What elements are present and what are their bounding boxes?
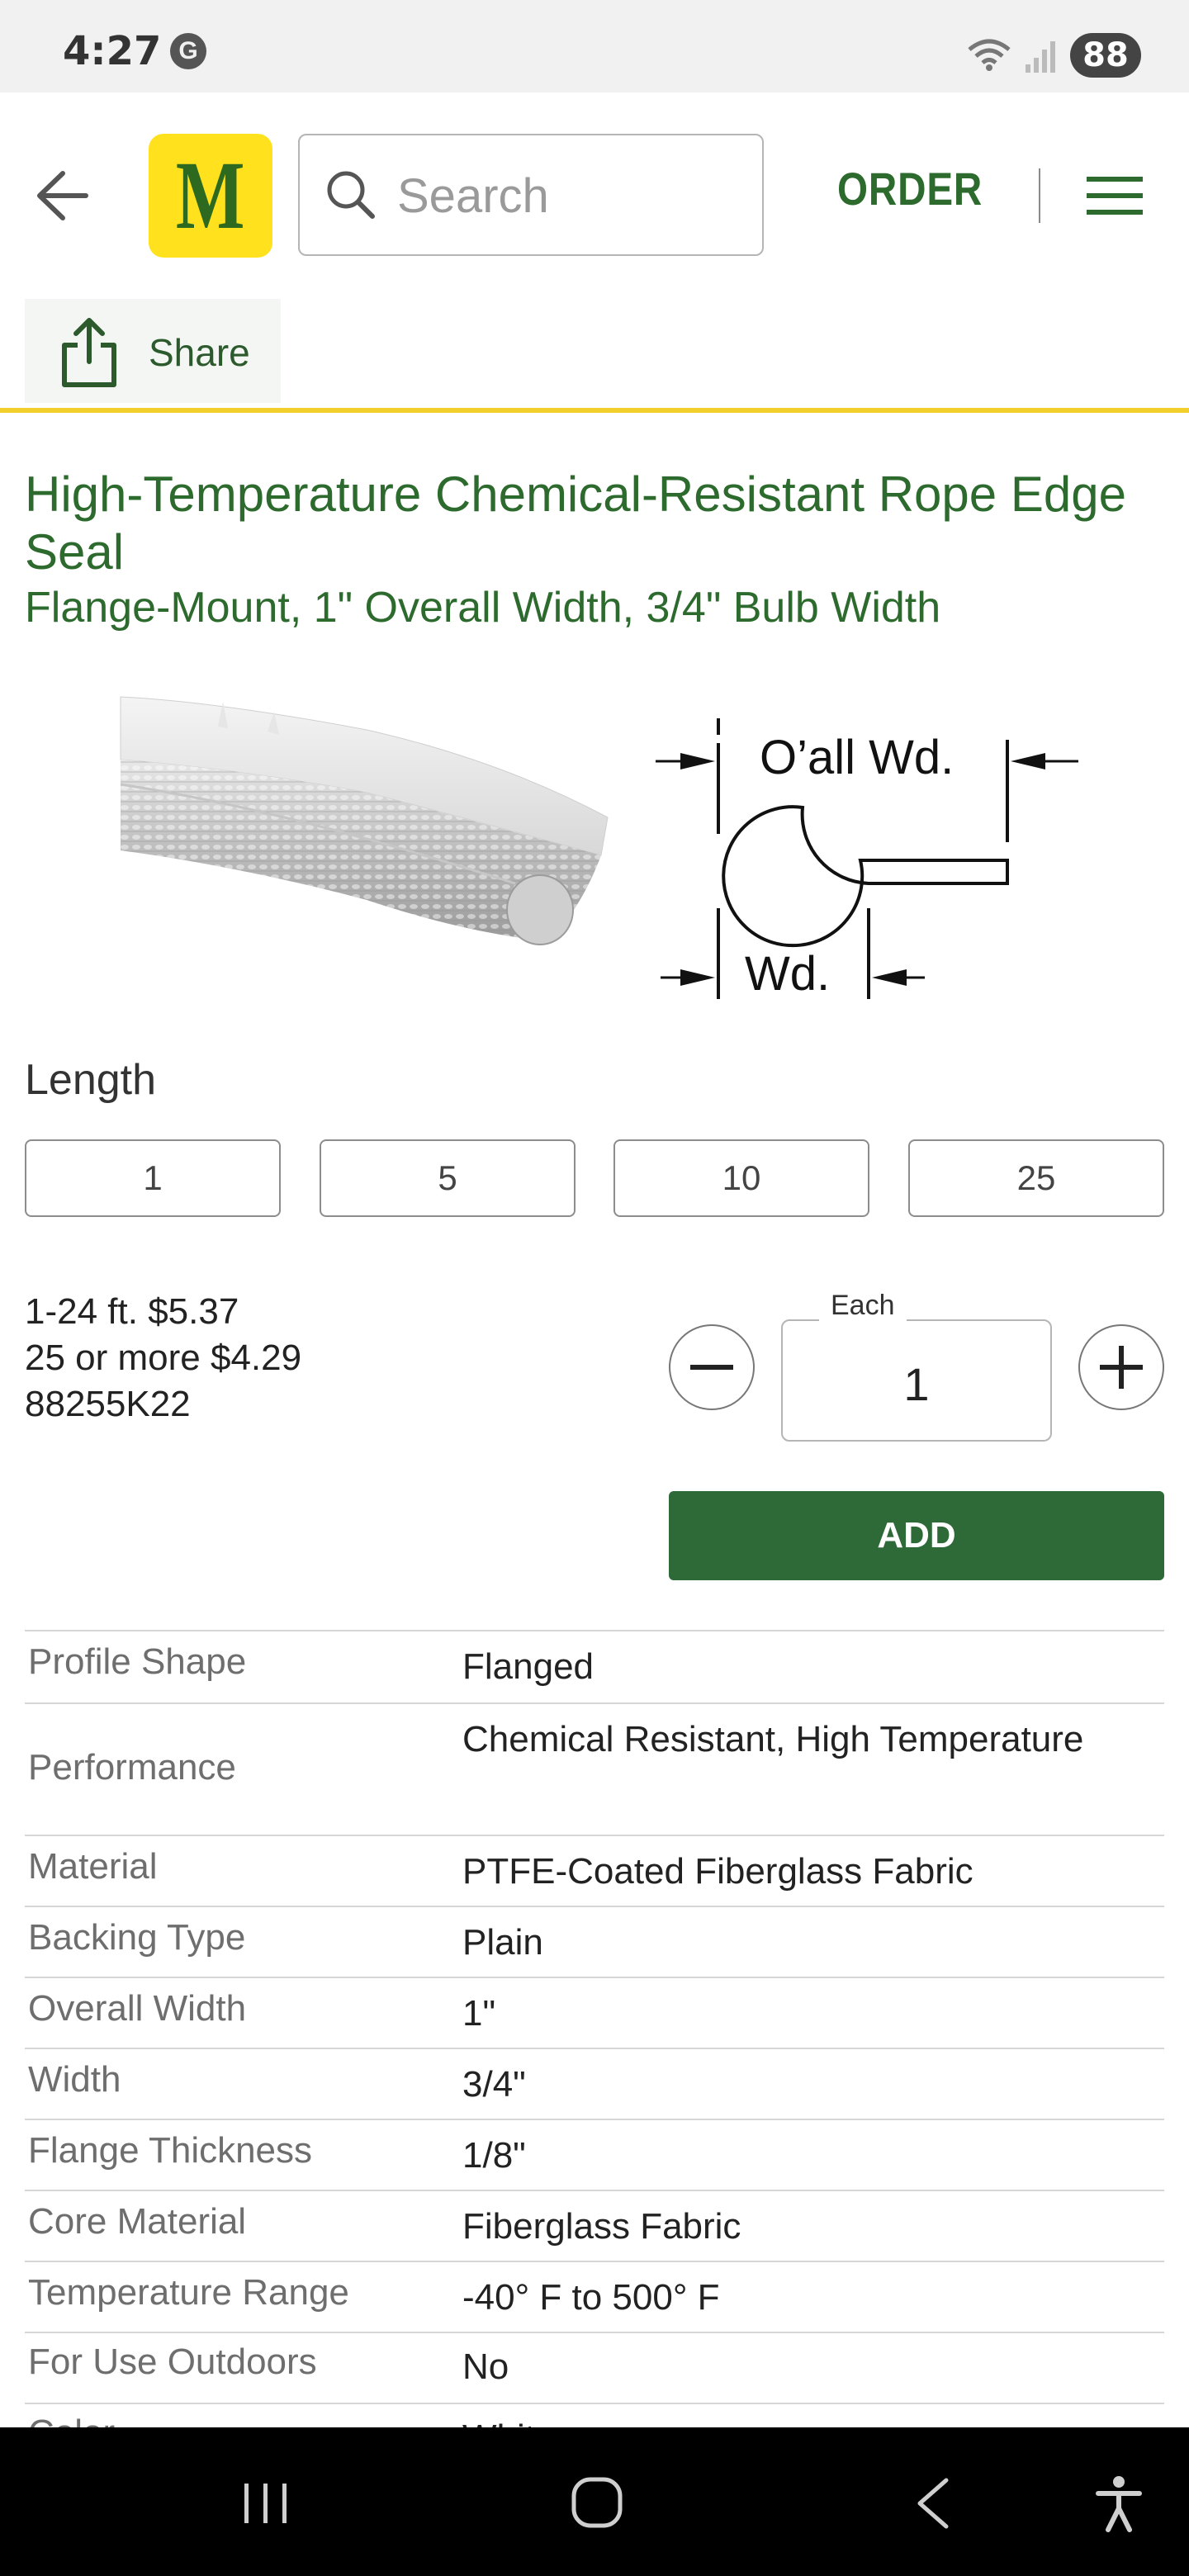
spec-row: Width 3/4": [25, 2048, 1164, 2119]
spec-key: Flange Thickness: [28, 2130, 313, 2171]
spec-value: Flanged: [462, 1646, 594, 1687]
spec-value: PTFE-Coated Fiberglass Fabric: [462, 1851, 973, 1892]
product-title: High-Temperature Chemical-Resistant Rope…: [25, 466, 1126, 580]
spec-key: Temperature Range: [28, 2272, 349, 2313]
decrease-quantity-button[interactable]: [669, 1324, 755, 1410]
add-to-order-button[interactable]: ADD: [669, 1491, 1164, 1580]
search-icon: [327, 171, 375, 219]
spec-value: 1": [462, 1993, 496, 2034]
spec-row: Core Material Fiberglass Fabric: [25, 2190, 1164, 2261]
accessibility-icon[interactable]: [1095, 2475, 1143, 2533]
length-option-5[interactable]: 5: [320, 1139, 576, 1217]
spec-row: Temperature Range -40° F to 500° F: [25, 2261, 1164, 2332]
minus-icon: [690, 1365, 733, 1370]
back-arrow-icon[interactable]: [33, 168, 91, 223]
spec-key: Width: [28, 2059, 121, 2100]
spec-value: No: [462, 2346, 509, 2387]
spec-value: Fiberglass Fabric: [462, 2206, 741, 2247]
length-option-25[interactable]: 25: [908, 1139, 1164, 1217]
spec-row: Material PTFE-Coated Fiberglass Fabric: [25, 1835, 1164, 1906]
system-navigation-bar: [0, 2427, 1189, 2576]
spec-row: Backing Type Plain: [25, 1906, 1164, 1977]
part-number: 88255K22: [25, 1384, 191, 1424]
product-subtitle: Flange-Mount, 1" Overall Width, 3/4" Bul…: [25, 584, 941, 632]
logo-letter: M: [176, 141, 245, 249]
spec-value: 1/8": [462, 2135, 526, 2176]
clock: 4:27: [63, 28, 162, 74]
spec-key: Backing Type: [28, 1917, 246, 1958]
share-label: Share: [149, 331, 250, 374]
header-divider: [1039, 168, 1040, 223]
quantity-value: 1: [903, 1358, 930, 1410]
spec-key: Material: [28, 1846, 158, 1887]
price-tier-1: 1-24 ft. $5.37: [25, 1291, 239, 1332]
spec-value: Plain: [462, 1922, 543, 1963]
search-input[interactable]: Search: [298, 134, 764, 256]
spec-row: Profile Shape Flanged: [25, 1630, 1164, 1702]
spec-row: Flange Thickness 1/8": [25, 2119, 1164, 2190]
spec-row: Performance Chemical Resistant, High Tem…: [25, 1702, 1164, 1835]
plus-icon: [1100, 1346, 1143, 1389]
quantity-input[interactable]: 1: [781, 1319, 1052, 1442]
spec-value: -40° F to 500° F: [462, 2277, 720, 2318]
battery-indicator: 88: [1070, 33, 1141, 78]
header-accent-line: [0, 408, 1189, 413]
status-bar: 4:27 G 88: [0, 0, 1189, 92]
google-icon: G: [170, 33, 206, 69]
spec-key: Overall Width: [28, 1988, 247, 2029]
signal-icon: [1026, 41, 1055, 73]
width-label: Wd.: [745, 947, 831, 1001]
search-placeholder: Search: [397, 169, 549, 223]
unit-label: Each: [819, 1290, 907, 1322]
spec-key: For Use Outdoors: [28, 2342, 317, 2382]
increase-quantity-button[interactable]: [1078, 1324, 1164, 1410]
spec-value: Chemical Resistant, High Temperature: [462, 1719, 1084, 1759]
product-photo: [120, 696, 609, 945]
length-option-1[interactable]: 1: [25, 1139, 281, 1217]
order-button[interactable]: ORDER: [837, 162, 983, 215]
recent-apps-icon[interactable]: [239, 2480, 292, 2526]
spec-row: Overall Width 1": [25, 1977, 1164, 2048]
back-icon[interactable]: [912, 2477, 953, 2530]
share-button[interactable]: Share: [25, 299, 281, 403]
spec-row: For Use Outdoors No: [25, 2332, 1164, 2403]
length-heading: Length: [25, 1056, 157, 1104]
price-tier-2: 25 or more $4.29: [25, 1338, 302, 1378]
wifi-icon: [968, 39, 1011, 71]
overall-width-label: O’all Wd.: [760, 731, 955, 784]
spec-value: 3/4": [462, 2064, 526, 2105]
length-option-10[interactable]: 10: [613, 1139, 869, 1217]
brand-logo[interactable]: M: [149, 134, 272, 258]
home-icon[interactable]: [570, 2475, 624, 2530]
hamburger-menu-icon[interactable]: [1085, 175, 1144, 216]
share-icon: [62, 318, 116, 387]
spec-key: Core Material: [28, 2201, 247, 2242]
spec-key: Profile Shape: [28, 1641, 247, 1682]
spec-key: Performance: [28, 1747, 236, 1788]
